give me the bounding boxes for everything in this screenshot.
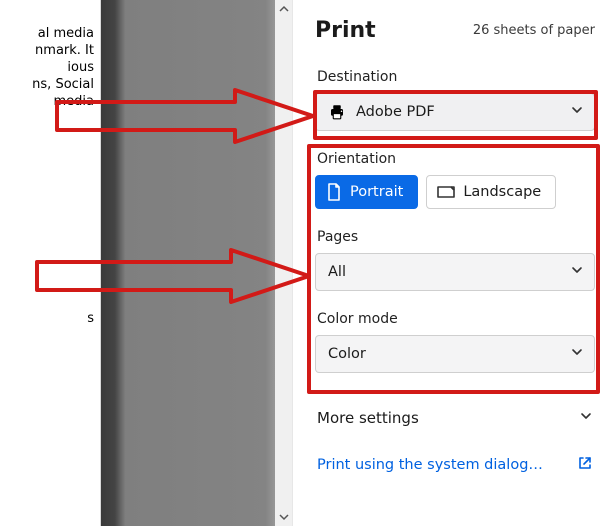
preview-scrollbar[interactable] — [275, 0, 292, 526]
destination-label: Destination — [317, 69, 595, 85]
doc-icon — [437, 184, 455, 200]
bg-text-seg2: s — [6, 310, 94, 327]
system-dialog-row[interactable]: Print using the system dialog… — [315, 455, 595, 475]
print-panel: Print 26 sheets of paper Destination Ado… — [292, 0, 613, 526]
portrait-label: Portrait — [350, 184, 403, 200]
system-dialog-link[interactable]: Print using the system dialog… — [317, 457, 543, 473]
panel-header: Print 26 sheets of paper — [315, 0, 595, 69]
chevron-down-icon — [570, 103, 584, 121]
bg-text-seg1: al media nmark. It ious ns, Social media — [6, 25, 94, 110]
panel-title: Print — [315, 18, 376, 43]
landscape-button[interactable]: Landscape — [426, 175, 556, 209]
destination-value: Adobe PDF — [356, 104, 570, 120]
landscape-label: Landscape — [463, 184, 541, 200]
sheets-of-paper: 26 sheets of paper — [473, 23, 595, 38]
pages-label: Pages — [317, 229, 595, 245]
open-external-icon — [577, 455, 593, 475]
portrait-button[interactable]: Portrait — [315, 175, 418, 209]
more-settings-label: More settings — [317, 409, 419, 427]
chevron-down-icon — [570, 345, 584, 363]
color-mode-label: Color mode — [317, 311, 595, 327]
chevron-down-icon — [570, 263, 584, 281]
more-settings-row[interactable]: More settings — [315, 407, 595, 429]
doc-icon — [326, 183, 342, 201]
color-mode-value: Color — [328, 346, 570, 362]
destination-dropdown[interactable]: Adobe PDF — [315, 93, 595, 131]
print-preview-strip — [100, 0, 275, 526]
color-mode-dropdown[interactable]: Color — [315, 335, 595, 373]
pages-dropdown[interactable]: All — [315, 253, 595, 291]
scroll-down-icon[interactable] — [275, 508, 292, 526]
orientation-label: Orientation — [317, 151, 595, 167]
background-document-text: al media nmark. It ious ns, Social media… — [0, 0, 100, 526]
scroll-up-icon[interactable] — [275, 0, 292, 18]
orientation-group: Portrait Landscape — [315, 175, 595, 209]
pages-value: All — [328, 264, 570, 280]
chevron-down-icon — [579, 409, 593, 427]
printer-icon — [328, 103, 346, 121]
